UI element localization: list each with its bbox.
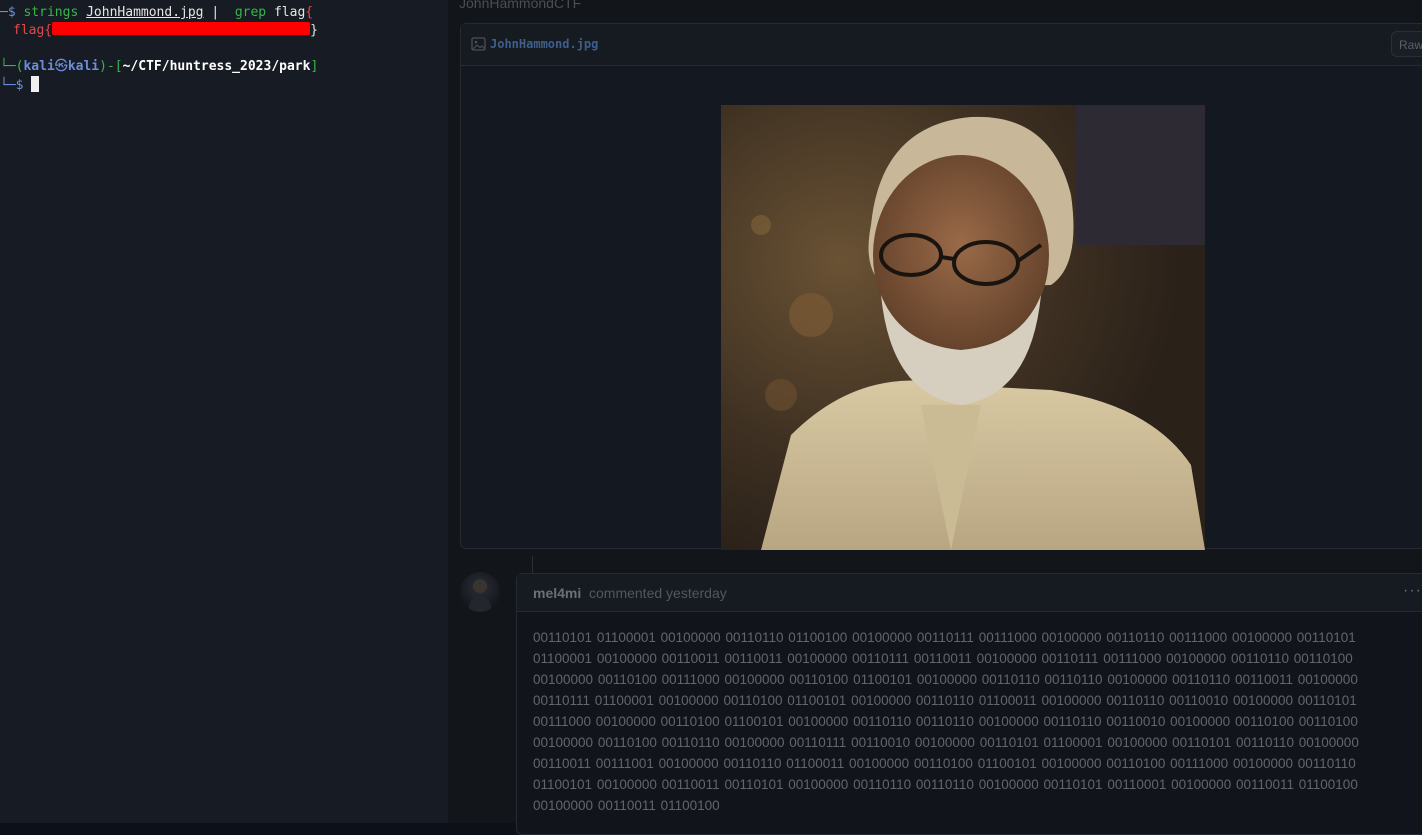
flag-prefix: flag{ (13, 23, 53, 38)
prompt-close: )-[ (99, 59, 123, 74)
grep-arg: flag (266, 5, 306, 20)
terminal-pane[interactable]: ─$ strings JohnHammond.jpg | grep flag{ … (0, 0, 448, 823)
comment-body: 00110101 01100001 00100000 00110110 0110… (533, 630, 1359, 813)
prompt-at: ㉿ (54, 59, 68, 74)
flag-suffix: } (310, 23, 318, 38)
terminal-line-prompt-header: └─(kali㉿kali)-[~/CTF/huntress_2023/park] (0, 58, 318, 76)
comment-header: mel4mi commented yesterday ··· (517, 574, 1422, 612)
comment-card: mel4mi commented yesterday ··· 00110101 … (516, 573, 1422, 835)
command-file-arg: JohnHammond.jpg (86, 5, 204, 20)
commenter-avatar[interactable] (460, 572, 500, 612)
repo-owner-name[interactable]: JohnHammondCTF (459, 0, 581, 11)
terminal-line-input[interactable]: └─$ (0, 76, 40, 94)
terminal-line-command: ─$ strings JohnHammond.jpg | grep flag{ (0, 4, 313, 22)
terminal-cursor[interactable] (31, 76, 40, 92)
comment-menu-icon[interactable]: ··· (1403, 582, 1422, 600)
grep-arg-brace: { (305, 5, 314, 20)
file-name-link[interactable]: JohnHammond.jpg (490, 37, 598, 51)
browser-pane: JohnHammondCTF JohnHammond.jpg Raw mel4m… (448, 0, 1422, 835)
comment-timestamp[interactable]: commented yesterday (589, 585, 727, 601)
file-header: JohnHammond.jpg Raw (461, 24, 1422, 66)
portrait-image (721, 105, 1205, 550)
prompt-end: ] (310, 59, 319, 74)
raw-button[interactable]: Raw (1391, 31, 1422, 57)
prompt-arrow: ─$ (0, 5, 24, 20)
redaction-bar (52, 22, 311, 35)
file-viewer: JohnHammond.jpg Raw (460, 23, 1422, 550)
comment-author[interactable]: mel4mi (533, 585, 581, 601)
pipe-symbol: | (203, 5, 235, 20)
prompt-host: kali (67, 59, 100, 74)
prompt-user: kali (23, 59, 55, 74)
prompt-path: ~/CTF/huntress_2023/park (122, 59, 311, 74)
terminal-line-output: flag{} (13, 22, 318, 40)
image-file-icon (471, 37, 486, 56)
grep-command: grep (234, 5, 267, 20)
prompt-corner: └─ (0, 59, 16, 74)
prompt-dollar: └─$ (0, 78, 32, 93)
command-name: strings (23, 5, 79, 20)
